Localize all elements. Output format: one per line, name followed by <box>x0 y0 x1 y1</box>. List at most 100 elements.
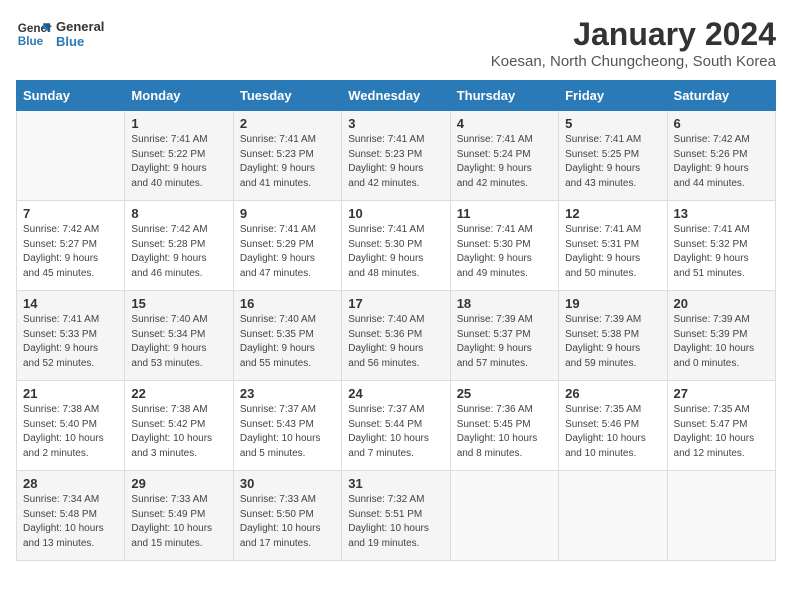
day-cell: 26 Sunrise: 7:35 AMSunset: 5:46 PMDayligh… <box>559 381 667 471</box>
day-cell: 5 Sunrise: 7:41 AMSunset: 5:25 PMDaylight… <box>559 111 667 201</box>
week-row-3: 14Sunrise: 7:41 AMSunset: 5:33 PMDayligh… <box>17 291 776 381</box>
day-cell: 14Sunrise: 7:41 AMSunset: 5:33 PMDayligh… <box>17 291 125 381</box>
day-info: Sunrise: 7:40 AMSunset: 5:34 PMDaylight:… <box>131 313 226 371</box>
day-info: Sunrise: 7:42 AMSunset: 5:26 PMDaylight:… <box>674 133 769 191</box>
day-number: 7 <box>23 206 118 221</box>
day-number: 23 <box>240 386 335 401</box>
day-number: 27 <box>674 386 769 401</box>
day-number: 16 <box>240 296 335 311</box>
day-number: 3 <box>348 116 443 131</box>
day-cell: 6 Sunrise: 7:42 AMSunset: 5:26 PMDaylight… <box>667 111 775 201</box>
day-cell: 17 Sunrise: 7:40 AMSunset: 5:36 PMDayligh… <box>342 291 450 381</box>
day-info: Sunrise: 7:37 AMSunset: 5:44 PMDaylight:… <box>348 403 443 461</box>
day-info: Sunrise: 7:39 AMSunset: 5:38 PMDaylight:… <box>565 313 660 371</box>
day-info: Sunrise: 7:41 AMSunset: 5:29 PMDaylight:… <box>240 223 335 281</box>
day-info: Sunrise: 7:41 AMSunset: 5:30 PMDaylight:… <box>457 223 552 281</box>
day-info: Sunrise: 7:41 AMSunset: 5:32 PMDaylight:… <box>674 223 769 281</box>
day-number: 13 <box>674 206 769 221</box>
day-info: Sunrise: 7:42 AMSunset: 5:28 PMDaylight:… <box>131 223 226 281</box>
day-number: 11 <box>457 206 552 221</box>
day-cell: 4 Sunrise: 7:41 AMSunset: 5:24 PMDaylight… <box>450 111 558 201</box>
svg-text:Blue: Blue <box>18 35 44 48</box>
day-info: Sunrise: 7:36 AMSunset: 5:45 PMDaylight:… <box>457 403 552 461</box>
day-number: 21 <box>23 386 118 401</box>
day-number: 15 <box>131 296 226 311</box>
day-cell: 9 Sunrise: 7:41 AMSunset: 5:29 PMDaylight… <box>233 201 341 291</box>
day-info: Sunrise: 7:41 AMSunset: 5:23 PMDaylight:… <box>240 133 335 191</box>
week-row-4: 21 Sunrise: 7:38 AMSunset: 5:40 PMDayligh… <box>17 381 776 471</box>
day-info: Sunrise: 7:35 AMSunset: 5:46 PMDaylight:… <box>565 403 660 461</box>
title-block: January 2024 Koesan, North Chungcheong, … <box>491 16 776 70</box>
day-cell <box>559 471 667 561</box>
day-cell: 13 Sunrise: 7:41 AMSunset: 5:32 PMDayligh… <box>667 201 775 291</box>
column-header-friday: Friday <box>559 81 667 111</box>
day-cell: 16 Sunrise: 7:40 AMSunset: 5:35 PMDayligh… <box>233 291 341 381</box>
day-cell: 3 Sunrise: 7:41 AMSunset: 5:23 PMDaylight… <box>342 111 450 201</box>
day-cell: 1 Sunrise: 7:41 AMSunset: 5:22 PMDaylight… <box>125 111 233 201</box>
day-info: Sunrise: 7:40 AMSunset: 5:36 PMDaylight:… <box>348 313 443 371</box>
column-header-saturday: Saturday <box>667 81 775 111</box>
day-cell <box>667 471 775 561</box>
day-info: Sunrise: 7:35 AMSunset: 5:47 PMDaylight:… <box>674 403 769 461</box>
week-row-1: 1 Sunrise: 7:41 AMSunset: 5:22 PMDaylight… <box>17 111 776 201</box>
day-info: Sunrise: 7:39 AMSunset: 5:39 PMDaylight:… <box>674 313 769 371</box>
day-number: 17 <box>348 296 443 311</box>
logo-line1: General <box>56 19 104 34</box>
day-number: 10 <box>348 206 443 221</box>
day-number: 12 <box>565 206 660 221</box>
day-number: 19 <box>565 296 660 311</box>
day-number: 28 <box>23 476 118 491</box>
day-cell: 8 Sunrise: 7:42 AMSunset: 5:28 PMDaylight… <box>125 201 233 291</box>
day-info: Sunrise: 7:41 AMSunset: 5:22 PMDaylight:… <box>131 133 226 191</box>
day-cell: 11 Sunrise: 7:41 AMSunset: 5:30 PMDayligh… <box>450 201 558 291</box>
day-number: 4 <box>457 116 552 131</box>
day-number: 5 <box>565 116 660 131</box>
day-info: Sunrise: 7:38 AMSunset: 5:40 PMDaylight:… <box>23 403 118 461</box>
day-cell: 31Sunrise: 7:32 AMSunset: 5:51 PMDayligh… <box>342 471 450 561</box>
day-cell: 18Sunrise: 7:39 AMSunset: 5:37 PMDayligh… <box>450 291 558 381</box>
day-number: 2 <box>240 116 335 131</box>
column-header-wednesday: Wednesday <box>342 81 450 111</box>
day-number: 24 <box>348 386 443 401</box>
day-info: Sunrise: 7:41 AMSunset: 5:24 PMDaylight:… <box>457 133 552 191</box>
page-header: General Blue General Blue January 2024 K… <box>16 16 776 70</box>
day-number: 18 <box>457 296 552 311</box>
day-info: Sunrise: 7:41 AMSunset: 5:30 PMDaylight:… <box>348 223 443 281</box>
day-info: Sunrise: 7:38 AMSunset: 5:42 PMDaylight:… <box>131 403 226 461</box>
day-info: Sunrise: 7:34 AMSunset: 5:48 PMDaylight:… <box>23 493 118 551</box>
day-cell <box>17 111 125 201</box>
day-number: 25 <box>457 386 552 401</box>
day-number: 14 <box>23 296 118 311</box>
day-cell: 10 Sunrise: 7:41 AMSunset: 5:30 PMDayligh… <box>342 201 450 291</box>
day-info: Sunrise: 7:40 AMSunset: 5:35 PMDaylight:… <box>240 313 335 371</box>
day-cell: 28 Sunrise: 7:34 AMSunset: 5:48 PMDayligh… <box>17 471 125 561</box>
day-number: 9 <box>240 206 335 221</box>
day-cell: 19 Sunrise: 7:39 AMSunset: 5:38 PMDayligh… <box>559 291 667 381</box>
day-number: 6 <box>674 116 769 131</box>
day-cell: 24 Sunrise: 7:37 AMSunset: 5:44 PMDayligh… <box>342 381 450 471</box>
column-header-tuesday: Tuesday <box>233 81 341 111</box>
day-cell: 21 Sunrise: 7:38 AMSunset: 5:40 PMDayligh… <box>17 381 125 471</box>
day-number: 22 <box>131 386 226 401</box>
day-number: 29 <box>131 476 226 491</box>
day-info: Sunrise: 7:33 AMSunset: 5:50 PMDaylight:… <box>240 493 335 551</box>
day-cell: 12Sunrise: 7:41 AMSunset: 5:31 PMDayligh… <box>559 201 667 291</box>
logo: General Blue General Blue <box>16 16 104 52</box>
column-header-monday: Monday <box>125 81 233 111</box>
day-number: 1 <box>131 116 226 131</box>
day-info: Sunrise: 7:41 AMSunset: 5:25 PMDaylight:… <box>565 133 660 191</box>
day-number: 8 <box>131 206 226 221</box>
day-number: 30 <box>240 476 335 491</box>
day-cell: 30 Sunrise: 7:33 AMSunset: 5:50 PMDayligh… <box>233 471 341 561</box>
day-info: Sunrise: 7:41 AMSunset: 5:23 PMDaylight:… <box>348 133 443 191</box>
logo-line2: Blue <box>56 34 104 49</box>
day-info: Sunrise: 7:32 AMSunset: 5:51 PMDaylight:… <box>348 493 443 551</box>
day-info: Sunrise: 7:37 AMSunset: 5:43 PMDaylight:… <box>240 403 335 461</box>
day-cell <box>450 471 558 561</box>
day-cell: 22 Sunrise: 7:38 AMSunset: 5:42 PMDayligh… <box>125 381 233 471</box>
column-header-thursday: Thursday <box>450 81 558 111</box>
day-number: 26 <box>565 386 660 401</box>
week-row-5: 28 Sunrise: 7:34 AMSunset: 5:48 PMDayligh… <box>17 471 776 561</box>
day-info: Sunrise: 7:33 AMSunset: 5:49 PMDaylight:… <box>131 493 226 551</box>
day-number: 20 <box>674 296 769 311</box>
